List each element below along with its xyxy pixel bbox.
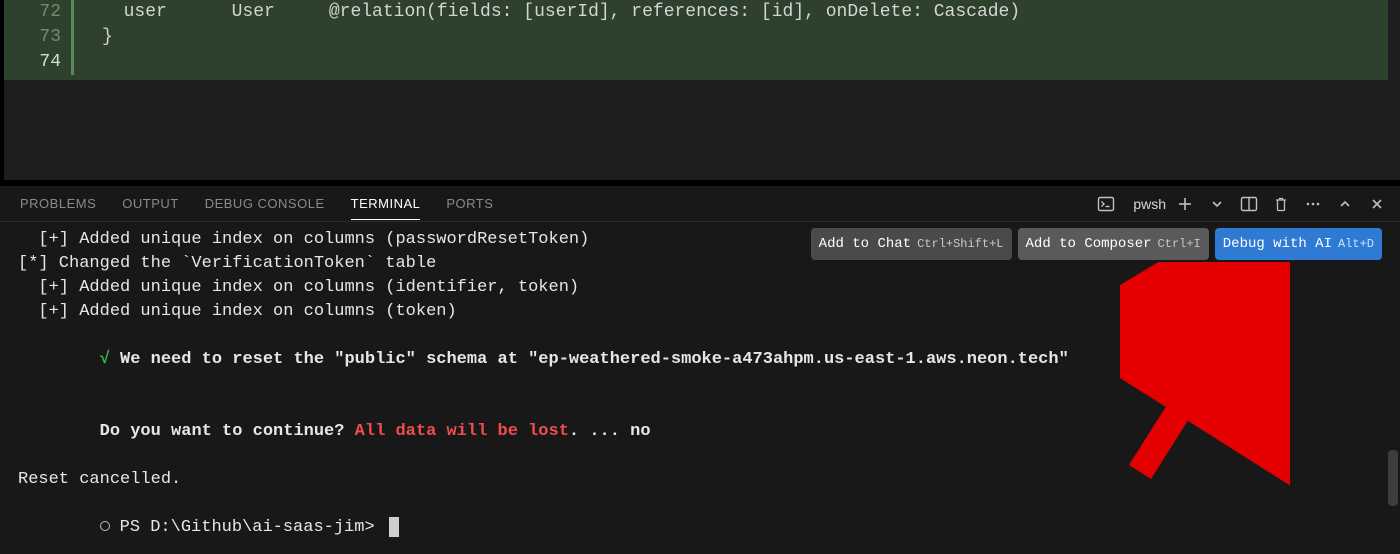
tab-debug-console[interactable]: DEBUG CONSOLE bbox=[205, 196, 325, 211]
terminal-profile-icon[interactable] bbox=[1097, 195, 1115, 213]
add-to-chat-button[interactable]: Add to Chat Ctrl+Shift+L bbox=[811, 228, 1012, 260]
code-line[interactable]: 72 user User @relation(fields: [userId],… bbox=[4, 0, 1400, 25]
code-line[interactable]: 73 } bbox=[4, 25, 1400, 50]
shell-name[interactable]: pwsh bbox=[1133, 196, 1166, 212]
line-number: 72 bbox=[4, 0, 74, 25]
terminal-cursor bbox=[389, 517, 399, 537]
check-icon: √ bbox=[100, 350, 120, 369]
line-number: 73 bbox=[4, 25, 74, 50]
tab-output[interactable]: OUTPUT bbox=[122, 196, 178, 211]
terminal-line: Do you want to continue? All data will b… bbox=[18, 396, 1382, 468]
panel-toolbar: pwsh bbox=[1097, 195, 1386, 213]
button-shortcut: Ctrl+I bbox=[1158, 232, 1201, 256]
tab-terminal[interactable]: TERMINAL bbox=[351, 196, 421, 211]
button-label: Debug with AI bbox=[1223, 232, 1332, 256]
button-label: Add to Chat bbox=[819, 232, 911, 256]
button-shortcut: Alt+D bbox=[1338, 232, 1374, 256]
trash-icon[interactable] bbox=[1272, 195, 1290, 213]
terminal-action-buttons: Add to Chat Ctrl+Shift+L Add to Composer… bbox=[811, 228, 1382, 260]
button-shortcut: Ctrl+Shift+L bbox=[917, 232, 1003, 256]
new-terminal-plus-icon[interactable] bbox=[1176, 195, 1194, 213]
code-text bbox=[74, 50, 102, 75]
terminal-scrollbar[interactable] bbox=[1388, 450, 1398, 506]
code-lines: 72 user User @relation(fields: [userId],… bbox=[4, 0, 1400, 75]
split-terminal-icon[interactable] bbox=[1240, 195, 1258, 213]
terminal-line: Reset cancelled. bbox=[18, 468, 1382, 492]
prompt-text: PS D:\Github\ai-saas-jim> bbox=[120, 518, 385, 537]
code-text: } bbox=[74, 25, 113, 50]
tab-problems[interactable]: PROBLEMS bbox=[20, 196, 96, 211]
panel-tab-bar: PROBLEMS OUTPUT DEBUG CONSOLE TERMINAL P… bbox=[0, 186, 1400, 222]
line-number: 74 bbox=[4, 50, 74, 75]
terminal-line: [+] Added unique index on columns (token… bbox=[18, 300, 1382, 324]
chevron-up-icon[interactable] bbox=[1336, 195, 1354, 213]
code-line-current[interactable]: 74 bbox=[4, 50, 1400, 75]
editor-area[interactable]: 72 user User @relation(fields: [userId],… bbox=[0, 0, 1400, 180]
more-icon[interactable] bbox=[1304, 195, 1322, 213]
terminal[interactable]: Add to Chat Ctrl+Shift+L Add to Composer… bbox=[0, 222, 1400, 554]
add-to-composer-button[interactable]: Add to Composer Ctrl+I bbox=[1018, 228, 1209, 260]
terminal-prompt-line[interactable]: PS D:\Github\ai-saas-jim> bbox=[18, 492, 1382, 554]
chevron-down-icon[interactable] bbox=[1208, 195, 1226, 213]
bottom-panel: PROBLEMS OUTPUT DEBUG CONSOLE TERMINAL P… bbox=[0, 180, 1400, 554]
tab-ports[interactable]: PORTS bbox=[446, 196, 493, 211]
terminal-line: [+] Added unique index on columns (ident… bbox=[18, 276, 1382, 300]
close-panel-icon[interactable] bbox=[1368, 195, 1386, 213]
prompt-status-icon bbox=[100, 521, 110, 531]
terminal-line: √ We need to reset the "public" schema a… bbox=[18, 324, 1382, 396]
debug-with-ai-button[interactable]: Debug with AI Alt+D bbox=[1215, 228, 1382, 260]
code-text: user User @relation(fields: [userId], re… bbox=[74, 0, 1020, 25]
button-label: Add to Composer bbox=[1026, 232, 1152, 256]
